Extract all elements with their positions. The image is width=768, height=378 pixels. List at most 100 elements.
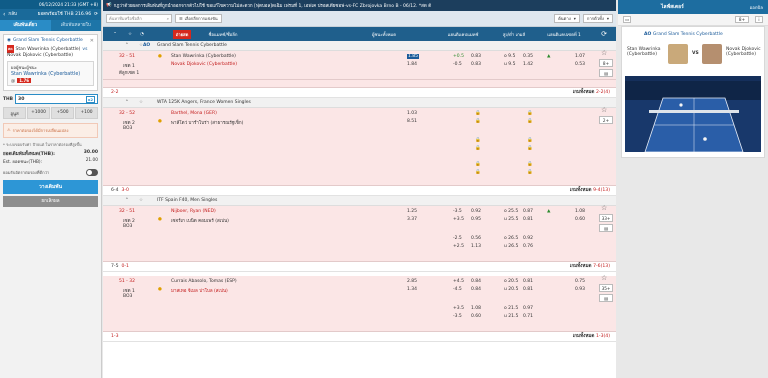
odds-hdp-2[interactable]: 0.83 xyxy=(471,62,481,67)
search-input[interactable]: ค้นหาทีมหรือชื่อลีก ⌕ xyxy=(106,14,172,23)
odds-hdp-alt[interactable]: 0.60 xyxy=(471,314,481,319)
stats-icon[interactable]: ▤ xyxy=(599,294,613,302)
hdp-alt: -2.5 xyxy=(453,236,462,241)
stake-input[interactable]: 30 x2 xyxy=(15,94,98,104)
odds-ou-2[interactable]: 1.42 xyxy=(523,62,533,67)
odds-hdp-alt[interactable]: 1.08 xyxy=(471,306,481,311)
odds-ou-2[interactable]: 0.81 xyxy=(523,287,533,292)
accept-toggle[interactable] xyxy=(86,169,98,176)
lock-icon: 🔒 xyxy=(475,119,481,124)
odds-set-2[interactable]: 0.53 xyxy=(575,62,585,67)
close-panel-button[interactable]: ออกบิล xyxy=(750,4,763,11)
odds-winner-2[interactable]: 3.37 xyxy=(407,217,417,222)
refresh-icon[interactable]: ⟳ xyxy=(94,12,98,17)
chevron-up-icon[interactable]: ⌃ xyxy=(125,100,129,105)
odds-set-1[interactable]: 0.75 xyxy=(575,279,585,284)
odds-set-2[interactable]: 0.60 xyxy=(575,217,585,222)
info-icon[interactable]: i xyxy=(755,16,763,23)
x2-button[interactable]: x2 xyxy=(85,95,95,103)
star-icon[interactable]: ☆ xyxy=(601,106,607,114)
more-markets-button[interactable]: 33+ xyxy=(599,214,613,222)
odds-ou-alt[interactable]: 0.97 xyxy=(523,306,533,311)
live-filter[interactable]: ถ่ายสด xyxy=(172,29,192,39)
total-stake-row: ยอดเดิมพันทั้งหมด(THB): 30.00 xyxy=(3,150,98,157)
cancel-button[interactable]: ยกเลิกผล xyxy=(3,196,98,207)
odds-winner-2[interactable]: 1.84 xyxy=(407,62,417,67)
more-markets-button[interactable]: 8+ xyxy=(599,59,613,67)
odds-ou-alt[interactable]: 0.76 xyxy=(523,244,533,249)
odds-ou-1[interactable]: 0.87 xyxy=(523,209,533,214)
odds-hdp-2[interactable]: 0.84 xyxy=(471,287,481,292)
odds-hdp-1[interactable]: 0.83 xyxy=(471,54,481,59)
more-markets-button[interactable]: 8+ xyxy=(735,16,749,23)
star-icon[interactable]: ☆ xyxy=(125,27,135,41)
odds-hdp-alt[interactable]: 0.56 xyxy=(471,236,481,241)
match-row: 32 - 51 เซต 1 ตีลูกเซต 1 ● Stan Wawrinka… xyxy=(103,49,616,80)
odds-hdp-1[interactable]: 0.84 xyxy=(471,279,481,284)
odds-ou-2[interactable]: 0.81 xyxy=(523,217,533,222)
odds-hdp-alt[interactable]: 1.13 xyxy=(471,244,481,249)
back-label[interactable]: กลับ xyxy=(8,11,17,18)
lock-icon: 🔒 xyxy=(527,138,533,143)
stream-video[interactable] xyxy=(625,76,761,152)
odds-set-2[interactable]: 0.93 xyxy=(575,287,585,292)
stats-icon[interactable]: ▤ xyxy=(599,224,613,232)
more-markets-button[interactable]: 35+ xyxy=(599,284,613,292)
all-games-link[interactable]: เกมทั้งหมด 1-3(4) xyxy=(573,333,610,340)
collapse-all-icon[interactable]: ⌃ xyxy=(109,27,121,41)
star-icon[interactable]: ☆ xyxy=(601,274,607,282)
odds-ou-alt[interactable]: 0.71 xyxy=(523,314,533,319)
odds-hdp-2[interactable]: 0.95 xyxy=(471,217,481,222)
bettype-select[interactable]: การตัวทั้ง ▾ xyxy=(582,14,613,23)
quick-1000-button[interactable]: +1000 xyxy=(27,107,50,119)
ou-2: u 20.5 xyxy=(504,287,519,292)
up-arrow-icon: ▲ xyxy=(547,209,551,214)
sort-select[interactable]: ต้นตาง ▾ xyxy=(554,14,580,23)
tennis-ball-icon: ◔ xyxy=(140,31,144,37)
chevron-down-icon: ▾ xyxy=(573,16,576,21)
back-arrow-icon[interactable]: ‹ xyxy=(3,11,5,18)
star-icon[interactable]: ☆ xyxy=(139,100,143,105)
odds-ou-1[interactable]: 0.35 xyxy=(523,54,533,59)
stats-icon[interactable]: ▤ xyxy=(599,69,613,77)
ou-2: u 25.5 xyxy=(504,217,519,222)
star-icon[interactable]: ☆ xyxy=(601,49,607,57)
odds-panel: 📢 กฎว่าด้วยผลการเดิมพันที่ถูกนำออกจากตัวไ… xyxy=(103,0,616,378)
odds-winner-1[interactable]: 1.25 xyxy=(407,209,417,214)
close-icon[interactable]: ✕ xyxy=(90,38,94,44)
league-row[interactable]: ⌃ ☆ ITF Spain F40, Men Singles xyxy=(103,196,616,206)
odds-hdp-1[interactable]: 0.92 xyxy=(471,209,481,214)
select-league-button[interactable]: ☰ เลือกลีกการแข่งขัน xyxy=(175,14,222,23)
place-bet-button[interactable]: วางเดิมพัน xyxy=(3,180,98,194)
star-icon[interactable]: ☆ xyxy=(601,204,607,212)
quick-500-button[interactable]: +500 xyxy=(51,107,74,119)
chevron-up-icon[interactable]: ⌃ xyxy=(125,43,129,48)
refresh-icon[interactable]: ⟳ xyxy=(599,27,609,41)
tab-parlay[interactable]: เดิมพันหลายใบ xyxy=(51,20,102,31)
odds-set-1[interactable]: 1.08 xyxy=(575,209,585,214)
odds-ou-alt[interactable]: 0.92 xyxy=(523,236,533,241)
league-row[interactable]: ⌃ ☆ AO Grand Slam Tennis Cyberbattle xyxy=(103,41,616,51)
serve-dot-icon: ● xyxy=(158,287,162,292)
set-score: 6-4 3-0 xyxy=(111,188,129,193)
odds-winner-1[interactable]: 2.85 xyxy=(407,279,417,284)
chevron-up-icon[interactable]: ⌃ xyxy=(125,198,129,203)
quick-auto-button[interactable]: อูนูส xyxy=(3,107,26,119)
league-name: ITF Spain F40, Men Singles xyxy=(157,198,218,203)
odds-winner-1[interactable]: 1.03 xyxy=(407,111,417,116)
league-row[interactable]: ⌃ ☆ WTA 125K Angers, France Women Single… xyxy=(103,98,616,108)
all-games-link[interactable]: เกมทั้งหมด 7-6(13) xyxy=(570,263,610,270)
all-games-link[interactable]: เกมทั้งหมด 9-4(13) xyxy=(570,187,610,194)
quick-100-button[interactable]: +100 xyxy=(75,107,98,119)
more-markets-button[interactable]: 2+ xyxy=(599,116,613,124)
odds-ou-1[interactable]: 0.81 xyxy=(523,279,533,284)
odds-winner-2[interactable]: 1.34 xyxy=(407,287,417,292)
all-games-link[interactable]: เกมทั้งหมด 2-2(4) xyxy=(573,89,610,96)
league-footer: 1-3 เกมทั้งหมด 1-3(4) xyxy=(103,332,616,342)
tab-single[interactable]: เดิมพันเดี่ยว xyxy=(0,20,51,31)
odds-set-1[interactable]: 1.07 xyxy=(575,54,585,59)
star-icon[interactable]: ☆ xyxy=(139,198,143,203)
tv-icon[interactable]: ▭ xyxy=(623,16,631,23)
odds-winner-1[interactable]: 1.85 xyxy=(407,54,420,59)
odds-winner-2[interactable]: 8.51 xyxy=(407,119,417,124)
